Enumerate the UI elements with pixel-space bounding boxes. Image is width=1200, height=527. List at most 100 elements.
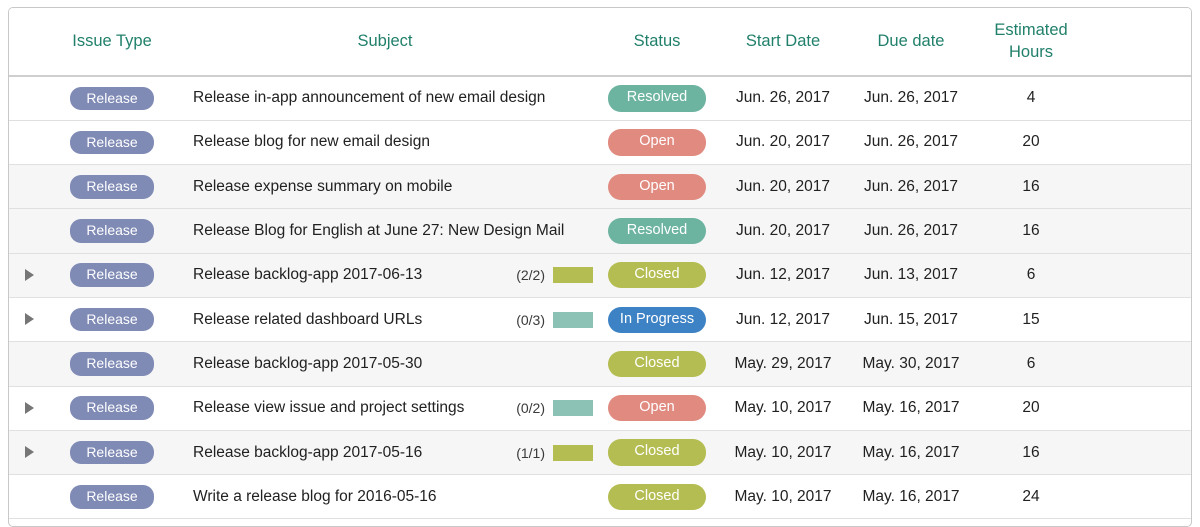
status-cell: Closed (595, 342, 719, 386)
issue-table: Issue Type Subject Status Start Date Due… (9, 8, 1191, 519)
due-date-cell: Jun. 26, 2017 (847, 209, 975, 253)
status-badge[interactable]: In Progress (608, 307, 706, 333)
column-header-start-date-label: Start Date (719, 31, 847, 52)
estimated-hours-cell: 15 (975, 297, 1087, 341)
column-header-estimated-hours-line1: Estimated (975, 20, 1087, 42)
expand-triangle-icon[interactable] (25, 313, 34, 325)
status-cell: Closed (595, 430, 719, 474)
row-spacer-cell (1087, 209, 1191, 253)
table-row[interactable]: Release Release in-app announcement of ne… (9, 76, 1191, 120)
issue-type-badge[interactable]: Release (70, 87, 154, 111)
row-expander-cell[interactable] (9, 386, 49, 430)
row-expander-cell[interactable] (9, 430, 49, 474)
issue-type-cell: Release (49, 120, 175, 164)
subject-link[interactable]: Release related dashboard URLs (193, 311, 422, 329)
table-row[interactable]: Release Release backlog-app 2017-05-16(1/… (9, 430, 1191, 474)
row-expander-cell[interactable] (9, 297, 49, 341)
expand-triangle-icon[interactable] (25, 269, 34, 281)
issue-type-cell: Release (49, 165, 175, 209)
status-badge[interactable]: Resolved (608, 218, 706, 244)
table-row[interactable]: Release Release backlog-app 2017-05-30 Clo… (9, 342, 1191, 386)
subject-cell: Release in-app announcement of new email… (175, 76, 595, 120)
row-expander-cell (9, 165, 49, 209)
subject-link[interactable]: Write a release blog for 2016-05-16 (193, 488, 437, 506)
table-row[interactable]: Release Release Blog for English at June … (9, 209, 1191, 253)
status-cell: Open (595, 386, 719, 430)
issue-type-badge[interactable]: Release (70, 263, 154, 287)
status-cell: In Progress (595, 297, 719, 341)
table-row[interactable]: Release Release blog for new email design… (9, 120, 1191, 164)
status-badge[interactable]: Closed (608, 439, 706, 465)
status-badge[interactable]: Open (608, 174, 706, 200)
row-spacer-cell (1087, 165, 1191, 209)
issue-type-badge[interactable]: Release (70, 308, 154, 332)
start-date-cell: Jun. 12, 2017 (719, 253, 847, 297)
status-badge[interactable]: Closed (608, 351, 706, 377)
expand-triangle-icon[interactable] (25, 402, 34, 414)
row-expander-cell (9, 342, 49, 386)
table-header-row: Issue Type Subject Status Start Date Due… (9, 8, 1191, 76)
start-date-cell: May. 29, 2017 (719, 342, 847, 386)
issue-type-badge[interactable]: Release (70, 485, 154, 509)
status-cell: Resolved (595, 76, 719, 120)
issue-type-badge[interactable]: Release (70, 175, 154, 199)
due-date-cell: May. 16, 2017 (847, 386, 975, 430)
column-header-due-date[interactable]: Due date (847, 8, 975, 76)
table-row[interactable]: Release Release view issue and project se… (9, 386, 1191, 430)
column-header-expander (9, 8, 49, 76)
subject-link[interactable]: Release in-app announcement of new email… (193, 89, 545, 107)
table-row[interactable]: Release Release related dashboard URLs(0/… (9, 297, 1191, 341)
subject-row: Release Blog for English at June 27: New… (193, 222, 595, 240)
status-badge[interactable]: Open (608, 129, 706, 155)
row-expander-cell (9, 475, 49, 519)
issue-type-badge[interactable]: Release (70, 396, 154, 420)
subject-link[interactable]: Release backlog-app 2017-05-16 (193, 444, 422, 462)
subject-cell: Release Blog for English at June 27: New… (175, 209, 595, 253)
column-header-start-date[interactable]: Start Date (719, 8, 847, 76)
estimated-hours-cell: 6 (975, 342, 1087, 386)
status-badge[interactable]: Closed (608, 262, 706, 288)
subject-link[interactable]: Release blog for new email design (193, 133, 430, 151)
status-badge[interactable]: Closed (608, 484, 706, 510)
subject-link[interactable]: Release Blog for English at June 27: New… (193, 222, 564, 240)
column-header-issue-type-label: Issue Type (49, 31, 175, 52)
estimated-hours-cell: 20 (975, 120, 1087, 164)
subject-link[interactable]: Release backlog-app 2017-06-13 (193, 266, 422, 284)
subject-cell: Release backlog-app 2017-05-16(1/1) (175, 430, 595, 474)
subject-cell: Release related dashboard URLs(0/3) (175, 297, 595, 341)
start-date-cell: Jun. 26, 2017 (719, 76, 847, 120)
estimated-hours-cell: 4 (975, 76, 1087, 120)
issue-type-badge[interactable]: Release (70, 352, 154, 376)
due-date-cell: Jun. 15, 2017 (847, 297, 975, 341)
issue-type-badge[interactable]: Release (70, 219, 154, 243)
issue-type-badge[interactable]: Release (70, 131, 154, 155)
start-date-cell: Jun. 12, 2017 (719, 297, 847, 341)
issue-type-badge[interactable]: Release (70, 441, 154, 465)
table-row[interactable]: Release Release expense summary on mobile… (9, 165, 1191, 209)
subject-row: Release related dashboard URLs(0/3) (193, 311, 595, 329)
column-header-status[interactable]: Status (595, 8, 719, 76)
due-date-cell: Jun. 13, 2017 (847, 253, 975, 297)
subject-row: Release backlog-app 2017-05-30 (193, 355, 595, 373)
column-header-subject[interactable]: Subject (175, 8, 595, 76)
row-expander-cell[interactable] (9, 253, 49, 297)
row-spacer-cell (1087, 76, 1191, 120)
issue-type-cell: Release (49, 430, 175, 474)
table-row[interactable]: Release Write a release blog for 2016-05-… (9, 475, 1191, 519)
subject-link[interactable]: Release backlog-app 2017-05-30 (193, 355, 422, 373)
estimated-hours-cell: 16 (975, 430, 1087, 474)
start-date-cell: May. 10, 2017 (719, 475, 847, 519)
due-date-cell: May. 16, 2017 (847, 430, 975, 474)
row-expander-cell (9, 120, 49, 164)
table-row[interactable]: Release Release backlog-app 2017-06-13 (2/… (9, 253, 1191, 297)
status-badge[interactable]: Open (608, 395, 706, 421)
child-issue-count: (2/2) (516, 267, 545, 283)
expand-triangle-icon[interactable] (25, 446, 34, 458)
estimated-hours-cell: 20 (975, 386, 1087, 430)
subject-link[interactable]: Release expense summary on mobile (193, 178, 452, 196)
column-header-issue-type[interactable]: Issue Type (49, 8, 175, 76)
child-issue-count: (0/2) (516, 400, 545, 416)
subject-link[interactable]: Release view issue and project settings (193, 399, 464, 417)
status-badge[interactable]: Resolved (608, 85, 706, 111)
column-header-estimated-hours[interactable]: Estimated Hours (975, 8, 1087, 76)
